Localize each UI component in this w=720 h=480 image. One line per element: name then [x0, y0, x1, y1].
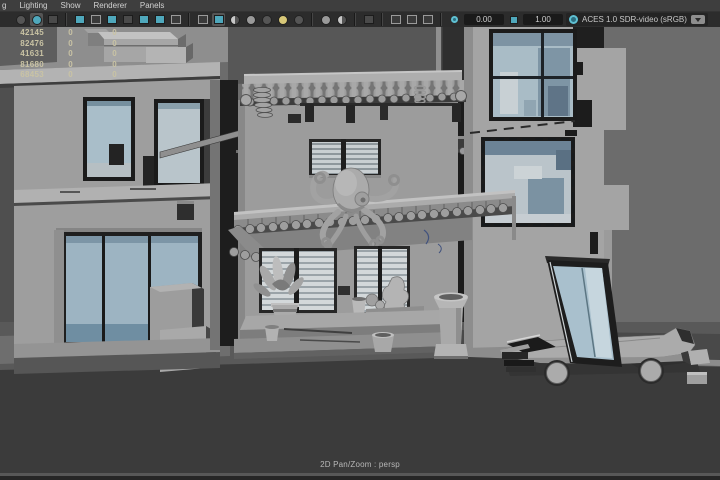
panel-menu-bar: g Lighting Show Renderer Panels [0, 0, 720, 12]
hud-row: 81680 0 0 [20, 59, 117, 69]
color-space-label: ACES 1.0 SDR-video (sRGB) [582, 15, 687, 24]
multisampling-icon[interactable] [319, 13, 332, 26]
toolbar-separator [311, 13, 313, 26]
hud-row: 41631 0 0 [20, 49, 117, 58]
hud-row: 42145 0 0 [20, 28, 117, 37]
motion-blur-icon[interactable] [292, 13, 305, 26]
cup-pot[interactable] [265, 325, 279, 341]
color-management-icon[interactable] [569, 15, 578, 24]
safe-action-icon[interactable] [153, 13, 166, 26]
wireframe-icon[interactable] [196, 13, 209, 26]
hud-poly-count: 42145 0 0 82476 0 0 41631 0 0 81680 0 0 68453 0 0 [0, 28, 117, 81]
menu-item-lighting[interactable]: Lighting [19, 1, 47, 10]
field-chart-icon[interactable] [137, 13, 150, 26]
viewport-3d[interactable]: 42145 0 0 82476 0 0 41631 0 0 81680 0 0 68453 0 0 … [0, 27, 720, 480]
textured-icon[interactable] [228, 13, 241, 26]
duplicate-view-icon[interactable] [389, 13, 402, 26]
grid-icon[interactable] [73, 13, 86, 26]
paste-view-icon[interactable] [405, 13, 418, 26]
chevron-down-icon[interactable] [690, 15, 705, 24]
zoom-value-field[interactable]: 1.00 [523, 14, 563, 25]
camera-label: 2D Pan/Zoom : persp [320, 460, 400, 469]
hud-row: 82476 0 0 [20, 38, 117, 48]
menu-item-renderer[interactable]: Renderer [94, 1, 127, 10]
hud-row: 68453 0 0 [20, 70, 117, 79]
menu-item-shading-clipped[interactable]: g [2, 1, 6, 10]
shadows-icon[interactable] [260, 13, 273, 26]
toolbar-separator [188, 13, 190, 26]
color-space-dropdown[interactable]: ACES 1.0 SDR-video (sRGB) [566, 13, 708, 26]
select-highlight-icon[interactable] [30, 13, 43, 26]
film-gate-icon[interactable] [89, 13, 102, 26]
ground-pot[interactable] [372, 332, 394, 352]
bucket[interactable] [352, 297, 366, 315]
show-manipulators-icon[interactable] [14, 13, 27, 26]
screen-space-ambient-occlusion-icon[interactable] [276, 13, 289, 26]
toolbar-separator [354, 13, 356, 26]
snapshot-icon[interactable] [421, 13, 434, 26]
depth-of-field-icon[interactable] [335, 13, 348, 26]
pan-2d-icon[interactable] [448, 13, 461, 26]
maya-window: g Lighting Show Renderer Panels 0.00 1.0… [0, 0, 720, 480]
panel-toolbar: 0.00 1.00 ACES 1.0 SDR-video (sRGB) [0, 12, 720, 27]
resolution-gate-icon[interactable] [105, 13, 118, 26]
isolate-select-icon[interactable] [362, 13, 375, 26]
menu-item-show[interactable]: Show [60, 1, 80, 10]
menu-item-panels[interactable]: Panels [140, 1, 164, 10]
safe-title-icon[interactable] [169, 13, 182, 26]
use-all-lights-icon[interactable] [244, 13, 257, 26]
zoom-2d-icon[interactable] [507, 13, 520, 26]
toolbar-separator [381, 13, 383, 26]
smooth-shade-all-icon[interactable] [212, 13, 225, 26]
pan-value-field[interactable]: 0.00 [464, 14, 504, 25]
scene-canvas[interactable] [0, 27, 720, 480]
toolbar-separator [65, 13, 67, 26]
sculpt-tool-icon[interactable] [46, 13, 59, 26]
right-building-upper-window[interactable] [489, 29, 577, 121]
toolbar-separator [440, 13, 442, 26]
left-building-window-1[interactable] [83, 97, 135, 181]
gate-mask-icon[interactable] [121, 13, 134, 26]
